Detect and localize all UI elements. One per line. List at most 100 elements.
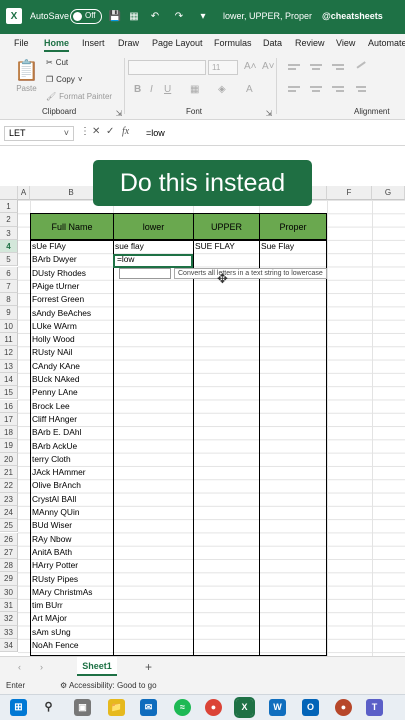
name-cell[interactable]: sUe FlAy (30, 240, 113, 253)
header-lower[interactable]: lower (113, 213, 194, 240)
row-header[interactable]: 27 (0, 545, 18, 560)
chrome-icon[interactable]: ● (205, 699, 222, 716)
row-header[interactable]: 21 (0, 466, 18, 480)
tab-home[interactable]: Home (44, 38, 70, 52)
name-cell[interactable]: BUck NAked (30, 373, 113, 386)
header-proper[interactable]: Proper (259, 213, 327, 240)
autocomplete-list[interactable] (119, 268, 171, 279)
cut-button[interactable]: ✂ Cut (46, 58, 68, 67)
row-header[interactable]: 9 (0, 306, 18, 320)
font-name-box[interactable] (128, 60, 206, 75)
cell-c3[interactable]: sue flay (113, 240, 193, 253)
underline-button[interactable]: U (164, 84, 171, 95)
name-cell[interactable]: CrystAl BAll (30, 493, 113, 506)
name-cell[interactable]: RAy Nbow (30, 533, 113, 546)
row-header[interactable]: 17 (0, 412, 18, 427)
name-cell[interactable]: terry Cloth (30, 453, 113, 466)
italic-button[interactable]: I (150, 84, 153, 95)
copy-button[interactable]: ❐ Copy ˅ (46, 75, 83, 84)
excel-taskbar-icon[interactable]: X (234, 697, 255, 718)
name-cell[interactable]: JAck HAmmer (30, 466, 113, 479)
name-cell[interactable]: AnitA BAth (30, 546, 113, 559)
formula-input[interactable]: =low (146, 128, 165, 138)
row-header[interactable]: 10 (0, 319, 18, 333)
borders-icon[interactable]: ▦ (190, 84, 199, 95)
tab-draw[interactable]: Draw (118, 38, 139, 48)
tab-automate[interactable]: Automate (368, 38, 405, 48)
recorder-icon[interactable]: ● (335, 699, 352, 716)
row-header[interactable]: 23 (0, 492, 18, 506)
add-sheet-icon[interactable]: + (145, 660, 152, 674)
sheet-icon[interactable]: ▦ (127, 9, 141, 23)
name-cell[interactable]: sAm sUng (30, 626, 113, 639)
row-header[interactable]: 19 (0, 439, 18, 453)
search-icon[interactable]: ⚲ (40, 699, 57, 716)
name-cell[interactable]: CAndy KAne (30, 360, 113, 373)
name-cell[interactable]: RUsty Pipes (30, 573, 113, 586)
name-cell[interactable]: Olive BrAnch (30, 479, 113, 492)
name-cell[interactable]: PAige tUrner (30, 280, 113, 293)
row-header[interactable]: 25 (0, 519, 18, 533)
font-size-box[interactable]: 11 (208, 60, 238, 75)
name-cell[interactable]: BArb E. DAhl (30, 426, 113, 439)
name-cell[interactable]: BArb AckUe (30, 440, 113, 453)
enter-icon[interactable]: ✓ (106, 126, 114, 137)
row-header[interactable]: 32 (0, 612, 18, 626)
name-cell[interactable]: BArb Dwyer (30, 253, 113, 266)
name-cell[interactable]: tim BUrr (30, 599, 113, 612)
row-header[interactable]: 5 (0, 253, 18, 267)
row-header[interactable]: 11 (0, 333, 18, 347)
row-header[interactable]: 34 (0, 638, 18, 653)
prev-sheet-icon[interactable]: ‹ (18, 662, 21, 672)
row-header[interactable]: 6 (0, 266, 18, 280)
name-cell[interactable]: RUsty NAil (30, 346, 113, 359)
name-cell[interactable]: DUsty Rhodes (30, 267, 113, 280)
row-header[interactable]: 20 (0, 452, 18, 466)
customize-icon[interactable]: ▾ (196, 9, 210, 23)
cell-d3[interactable]: SUE FLAY (193, 240, 259, 253)
name-cell[interactable]: Holly Wood (30, 333, 113, 346)
tab-formulas[interactable]: Formulas (214, 38, 252, 48)
row-header[interactable]: 3 (0, 226, 18, 240)
row-header[interactable]: 2 (0, 213, 18, 227)
row-header[interactable]: 14 (0, 372, 18, 387)
redo-icon[interactable]: ↷ (172, 9, 186, 23)
row-header[interactable]: 18 (0, 426, 18, 440)
row-header[interactable]: 13 (0, 359, 18, 373)
task-view-icon[interactable]: ▣ (74, 699, 91, 716)
sheet-tab-sheet1[interactable]: Sheet1 (77, 657, 117, 676)
name-cell[interactable]: sAndy BeAches (30, 307, 113, 320)
bold-button[interactable]: B (134, 84, 141, 95)
name-cell[interactable]: MAry ChristmAs (30, 586, 113, 599)
column-header-g[interactable]: G (372, 186, 405, 200)
tab-insert[interactable]: Insert (82, 38, 105, 48)
name-box[interactable]: LET ˅ (4, 126, 74, 141)
row-header[interactable]: 16 (0, 399, 18, 413)
row-header[interactable]: 29 (0, 572, 18, 586)
font-dialog-launcher-icon[interactable]: ⇲ (262, 106, 276, 120)
start-icon[interactable]: ⊞ (10, 699, 27, 716)
name-cell[interactable]: HArry Potter (30, 559, 113, 572)
column-header-a[interactable]: A (18, 186, 30, 200)
cancel-icon[interactable]: ✕ (92, 126, 100, 137)
name-cell[interactable]: Brock Lee (30, 400, 113, 413)
row-header[interactable]: 4 (0, 239, 18, 254)
row-header[interactable]: 22 (0, 479, 18, 493)
autosave-toggle[interactable]: Off (70, 9, 102, 24)
spotify-icon[interactable]: ≈ (174, 699, 191, 716)
tab-review[interactable]: Review (295, 38, 325, 48)
fill-color-icon[interactable]: ◈ (218, 84, 226, 95)
row-header[interactable]: 7 (0, 279, 18, 294)
row-header[interactable]: 26 (0, 532, 18, 546)
row-header[interactable]: 8 (0, 293, 18, 307)
row-header[interactable]: 31 (0, 599, 18, 613)
row-header[interactable]: 24 (0, 505, 18, 520)
font-color-icon[interactable]: A (246, 84, 253, 95)
format-painter-button[interactable]: 🖌 Format Painter (46, 92, 112, 101)
accessibility-status[interactable]: ⚙ Accessibility: Good to go (60, 681, 157, 690)
header-upper[interactable]: UPPER (193, 213, 260, 240)
name-cell[interactable]: Cliff HAnger (30, 413, 113, 426)
row-header[interactable]: 28 (0, 559, 18, 573)
file-explorer-icon[interactable]: 📁 (108, 699, 125, 716)
next-sheet-icon[interactable]: › (40, 662, 43, 672)
